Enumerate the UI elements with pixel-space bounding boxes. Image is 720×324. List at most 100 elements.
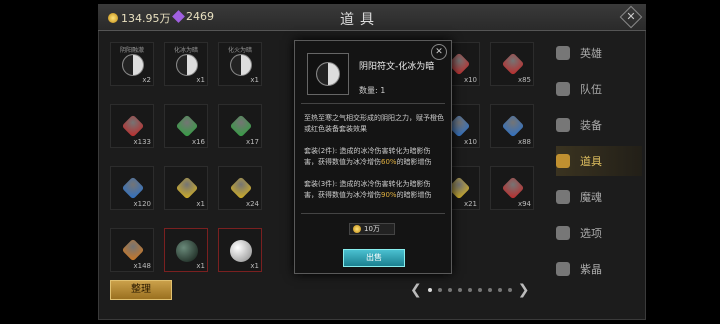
page-dot[interactable] [457, 288, 462, 292]
price-value: 10万 [364, 225, 380, 233]
item-count: x2 [142, 76, 151, 84]
page-dot[interactable] [477, 288, 482, 292]
set3-value: 90% [381, 191, 397, 199]
item-count: x10 [463, 76, 477, 84]
page-dot[interactable] [427, 288, 432, 292]
sidebar-item-1[interactable]: 队伍 [556, 74, 642, 104]
yinyang-rune-icon [122, 54, 144, 76]
item-count: x120 [133, 200, 151, 208]
item-detail-popup: 阴阳符文-化冰为暗 数量: 1 ✕ 至热至寒之气相交形成的阴阳之力，赋予橙色或红… [294, 40, 452, 274]
inventory-slot[interactable]: x16 [164, 104, 208, 148]
page-dot[interactable] [507, 288, 512, 292]
white-orb-icon [230, 240, 252, 262]
item-icon-frame [307, 53, 349, 95]
red-gem-icon [121, 114, 145, 138]
item-count: x88 [517, 138, 531, 146]
purple-gem-icon [172, 10, 185, 23]
inventory-slot[interactable]: x85 [490, 42, 534, 86]
prev-page-icon[interactable]: ❮ [410, 282, 422, 298]
item-count: x1 [196, 262, 205, 270]
flag-icon [556, 82, 570, 96]
close-icon: ✕ [626, 10, 636, 23]
red-gem-icon [501, 52, 525, 76]
page-dot[interactable] [497, 288, 502, 292]
item-name: 阴阳符文-化冰为暗 [359, 62, 435, 72]
flame-icon [556, 190, 570, 204]
item-count: x1 [196, 76, 205, 84]
inventory-slot[interactable]: x17 [218, 104, 262, 148]
sidebar-item-4[interactable]: 魔魂 [556, 182, 642, 212]
inventory-slot[interactable]: x94 [490, 166, 534, 210]
sidebar-item-label: 英雄 [580, 47, 602, 60]
bag-icon [556, 154, 570, 168]
yinyang-rune-icon [176, 54, 198, 76]
sidebar-item-6[interactable]: 紫晶 [556, 254, 642, 284]
sort-button[interactable]: 整理 [110, 280, 172, 300]
sidebar-item-label: 选项 [580, 227, 602, 240]
item-count: x1 [250, 76, 259, 84]
sidebar-item-label: 装备 [580, 119, 602, 132]
sidebar-item-2[interactable]: 装备 [556, 110, 642, 140]
blue-gem-icon [121, 176, 145, 200]
page-dot[interactable] [487, 288, 492, 292]
inventory-slot[interactable]: x148 [110, 228, 154, 272]
item-count: x85 [517, 76, 531, 84]
sell-button[interactable]: 出售 [343, 249, 405, 267]
sidebar-item-label: 魔魂 [580, 191, 602, 204]
item-count: x24 [245, 200, 259, 208]
slot-label: 阴阳融澈 [119, 47, 144, 54]
item-count: x16 [191, 138, 205, 146]
red-gem-icon [501, 176, 525, 200]
item-count: x17 [245, 138, 259, 146]
inventory-slot[interactable]: x1 [164, 166, 208, 210]
gold-amount: 134.95万 [121, 12, 171, 25]
dark-orb-icon [176, 240, 198, 262]
item-description: 至热至寒之气相交形成的阴阳之力，赋予橙色或红色装备套装效果 套装(2件): 造成… [304, 113, 444, 212]
divider [301, 103, 445, 104]
item-count: x94 [517, 200, 531, 208]
inventory-slot[interactable]: 化火为暗 x1 [218, 42, 262, 86]
slot-label: 化火为暗 [227, 47, 252, 54]
next-page-icon[interactable]: ❯ [518, 282, 530, 298]
inventory-slot[interactable]: x88 [490, 104, 534, 148]
slot-label: 化冰为暗 [173, 47, 198, 54]
heroes-icon [556, 46, 570, 60]
item-count: x1 [196, 200, 205, 208]
set-bonus-3: 套装(3件): 造成的冰冷伤害转化为暗影伤害，获得数值为冰冷增伤90%的暗影增伤 [304, 179, 444, 201]
yinyang-rune-icon [316, 62, 340, 86]
page-dot[interactable] [447, 288, 452, 292]
gear-icon [556, 226, 570, 240]
inventory-slot[interactable]: 化冰为暗 x1 [164, 42, 208, 86]
yinyang-rune-icon [230, 54, 252, 76]
helmet-icon [556, 118, 570, 132]
sidebar-item-3[interactable]: 道具 [556, 146, 642, 176]
item-count: x10 [463, 138, 477, 146]
sidebar-item-label: 紫晶 [580, 263, 602, 276]
desc-text: 至热至寒之气相交形成的阴阳之力，赋予橙色或红色装备套装效果 [304, 114, 444, 133]
popup-close-icon[interactable]: ✕ [431, 44, 447, 60]
sidebar-item-label: 道具 [580, 155, 602, 168]
set2-suffix: 的暗影增伤 [396, 158, 432, 166]
sidebar-item-0[interactable]: 英雄 [556, 38, 642, 68]
gold-coin-icon [353, 225, 361, 233]
sell-price: 10万 [349, 223, 395, 235]
sidebar-item-label: 队伍 [580, 83, 602, 96]
page-dot[interactable] [467, 288, 472, 292]
sidebar-item-5[interactable]: 选项 [556, 218, 642, 248]
inventory-slot[interactable]: x1 [218, 228, 262, 272]
pager: ❮ ❯ [410, 282, 529, 298]
gem-counter: 2469 [172, 10, 214, 23]
inventory-slot[interactable]: x120 [110, 166, 154, 210]
inventory-slot[interactable]: x133 [110, 104, 154, 148]
inventory-slot[interactable]: x1 [164, 228, 208, 272]
blue-gem-icon [501, 114, 525, 138]
crystal-icon [556, 262, 570, 276]
item-count: x1 [250, 262, 259, 270]
inventory-slot[interactable]: x24 [218, 166, 262, 210]
inventory-slot[interactable]: 阴阳融澈 x2 [110, 42, 154, 86]
item-count: x133 [133, 138, 151, 146]
gold-coin-icon [108, 13, 118, 23]
set3-suffix: 的暗影增伤 [396, 191, 432, 199]
page-dot[interactable] [437, 288, 442, 292]
yellow-gem-icon [229, 176, 253, 200]
